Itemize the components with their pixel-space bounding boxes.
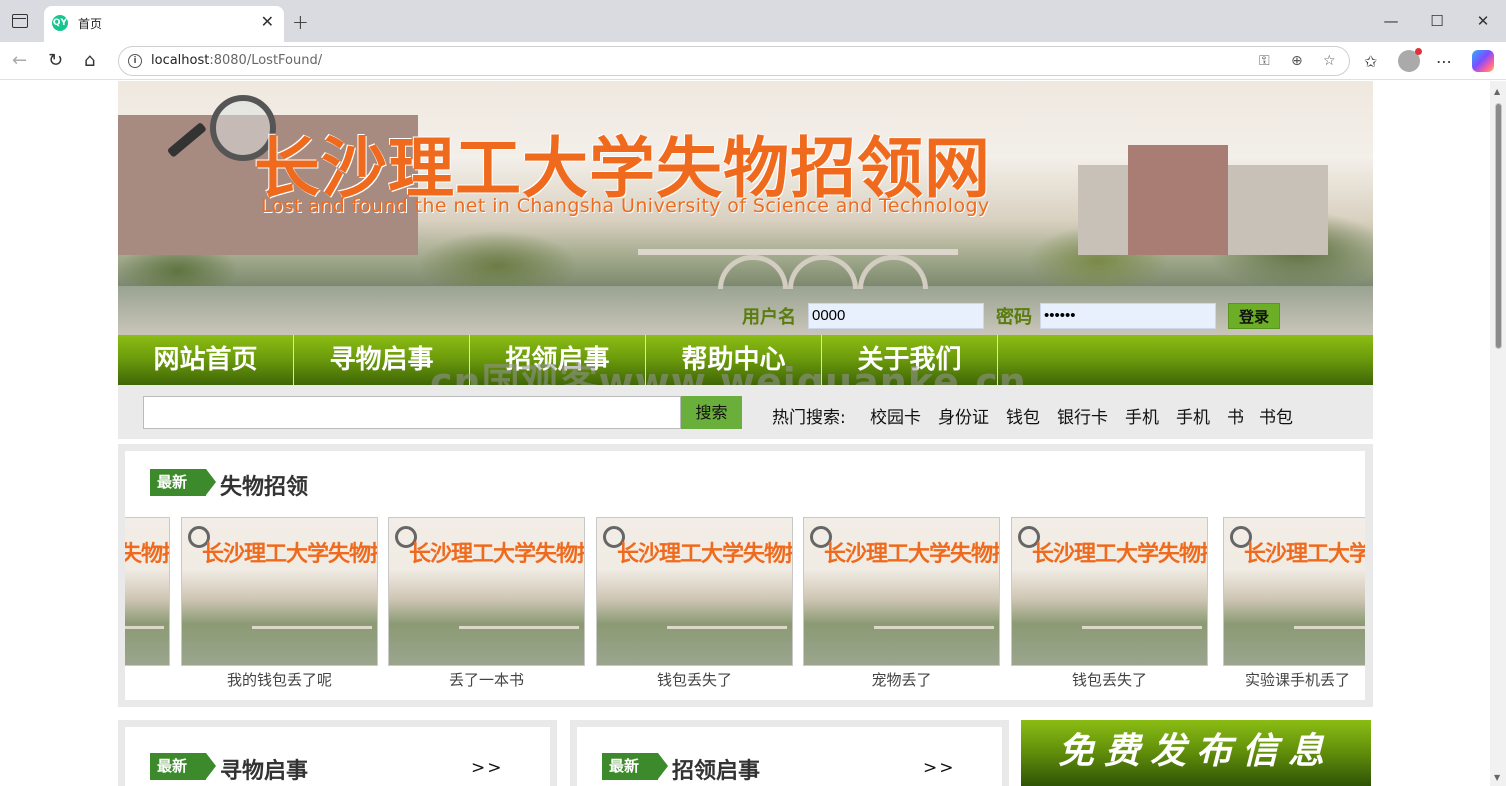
site-banner: 长沙理工大学失物招领网 Lost and found the net in Ch… (118, 81, 1373, 335)
back-icon[interactable]: ← (12, 50, 27, 71)
new-tab-icon[interactable]: + (292, 10, 309, 34)
item-thumbnail[interactable]: 长沙理工大学失物招领网 (1011, 517, 1208, 666)
item-thumbnail[interactable]: 长沙理工大学失物招领网 (181, 517, 378, 666)
favorites-icon[interactable]: ✩ (1364, 52, 1377, 71)
more-icon[interactable]: ⋯ (1436, 52, 1452, 71)
url-text[interactable]: localhost:8080/LostFound/ (151, 53, 322, 68)
search-input[interactable] (143, 396, 681, 429)
found-more-link[interactable]: >> (923, 758, 956, 778)
scrollbar-thumb[interactable] (1495, 103, 1502, 349)
found-badge: 最新 (602, 753, 668, 780)
browser-tab[interactable]: QY 首页 ✕ (44, 6, 284, 42)
item-thumbnail[interactable]: 长沙理工大学失物招领网 (388, 517, 585, 666)
key-icon[interactable]: ⚿ (1259, 53, 1270, 69)
search-bar: 搜索 热门搜索: 校园卡 身份证 钱包 银行卡 手机 手机 书 书包 (118, 385, 1373, 439)
hot-search-label: 热门搜索: (772, 408, 846, 428)
item-thumbnail[interactable]: 长沙理工大学失物招领网 (596, 517, 793, 666)
tab-title: 首页 (78, 17, 103, 31)
scroll-down-icon[interactable]: ▼ (1494, 773, 1500, 782)
tab-actions-icon[interactable] (12, 14, 28, 28)
page-viewport: 长沙理工大学失物招领网 Lost and found the net in Ch… (0, 81, 1506, 786)
browser-tab-bar: QY 首页 ✕ + — ☐ ✕ (0, 0, 1506, 42)
vertical-scrollbar[interactable]: ▲ ▼ (1490, 81, 1506, 786)
hot-search-item[interactable]: 书包 (1259, 403, 1293, 428)
url-bar[interactable]: i localhost:8080/LostFound/ ⚿ ⊕ ☆ (118, 46, 1350, 76)
item-caption[interactable]: 钱包丢失了 (1011, 669, 1208, 690)
lost-more-link[interactable]: >> (471, 758, 504, 778)
hot-search-item[interactable]: 银行卡 (1057, 403, 1108, 428)
hot-search-item[interactable]: 手机 (1125, 403, 1159, 428)
password-input[interactable]: •••••• (1040, 303, 1216, 329)
latest-found-section: 最新 失物招领 长沙理工大学失物招领网 长沙理工大学失物招领网 我的钱包丢了呢 … (118, 444, 1373, 707)
lost-panel-title: 寻物启事 (220, 759, 309, 784)
item-caption[interactable]: 钱包丢失了 (596, 669, 793, 690)
maximize-icon[interactable]: ☐ (1414, 12, 1460, 30)
info-icon[interactable]: i (128, 54, 142, 68)
username-label: 用户名 (742, 307, 796, 328)
minimize-icon[interactable]: — (1368, 12, 1414, 30)
star-icon[interactable]: ☆ (1323, 53, 1336, 69)
found-panel-title: 招领启事 (672, 759, 761, 784)
close-tab-icon[interactable]: ✕ (261, 12, 274, 31)
hot-search-item[interactable]: 钱包 (1006, 403, 1040, 428)
scroll-up-icon[interactable]: ▲ (1494, 87, 1500, 96)
item-thumbnail[interactable]: 长沙理工大学失物招领网 (1223, 517, 1365, 666)
site-subtitle: Lost and found the net in Changsha Unive… (261, 195, 990, 217)
nav-item-lost[interactable]: 寻物启事 (294, 335, 470, 385)
home-icon[interactable]: ⌂ (84, 50, 95, 71)
profile-icon[interactable] (1398, 48, 1422, 72)
item-caption[interactable]: 我的钱包丢了呢 (181, 669, 378, 690)
found-notice-panel: 最新 招领启事 >> (570, 720, 1009, 786)
item-caption[interactable]: 宠物丢了 (803, 669, 1000, 690)
main-nav: 网站首页 寻物启事 招领启事 帮助中心 关于我们 (118, 335, 1373, 385)
close-window-icon[interactable]: ✕ (1460, 12, 1506, 30)
nav-item-home[interactable]: 网站首页 (118, 335, 294, 385)
hot-search-item[interactable]: 手机 (1176, 403, 1210, 428)
item-thumbnail[interactable]: 长沙理工大学失物招领网 (803, 517, 1000, 666)
refresh-icon[interactable]: ↻ (48, 50, 63, 71)
lost-badge: 最新 (150, 753, 216, 780)
section-title: 失物招领 (220, 475, 309, 500)
item-caption[interactable]: 丢了一本书 (388, 669, 585, 690)
nav-item-help[interactable]: 帮助中心 (646, 335, 822, 385)
nav-item-about[interactable]: 关于我们 (822, 335, 998, 385)
copilot-icon[interactable] (1472, 50, 1494, 72)
username-input[interactable]: 0000 (808, 303, 984, 329)
zoom-icon[interactable]: ⊕ (1291, 53, 1303, 69)
nav-item-found[interactable]: 招领启事 (470, 335, 646, 385)
item-caption[interactable]: 实验课手机丢了 (1245, 669, 1365, 690)
favicon-icon: QY (52, 15, 68, 31)
login-button[interactable]: 登录 (1228, 303, 1280, 329)
publish-info-button[interactable]: 免费发布信息 (1021, 720, 1371, 786)
hot-search-item[interactable]: 身份证 (938, 403, 989, 428)
hot-search-item[interactable]: 校园卡 (870, 403, 921, 428)
address-toolbar: ← ↻ ⌂ i localhost:8080/LostFound/ ⚿ ⊕ ☆ … (0, 42, 1506, 80)
latest-badge: 最新 (150, 469, 216, 496)
lost-notice-panel: 最新 寻物启事 >> (118, 720, 557, 786)
search-button[interactable]: 搜索 (681, 396, 742, 429)
item-thumbnail[interactable]: 长沙理工大学失物招领网 (125, 517, 170, 666)
hot-search-item[interactable]: 书 (1227, 403, 1244, 428)
password-label: 密码 (996, 307, 1032, 328)
